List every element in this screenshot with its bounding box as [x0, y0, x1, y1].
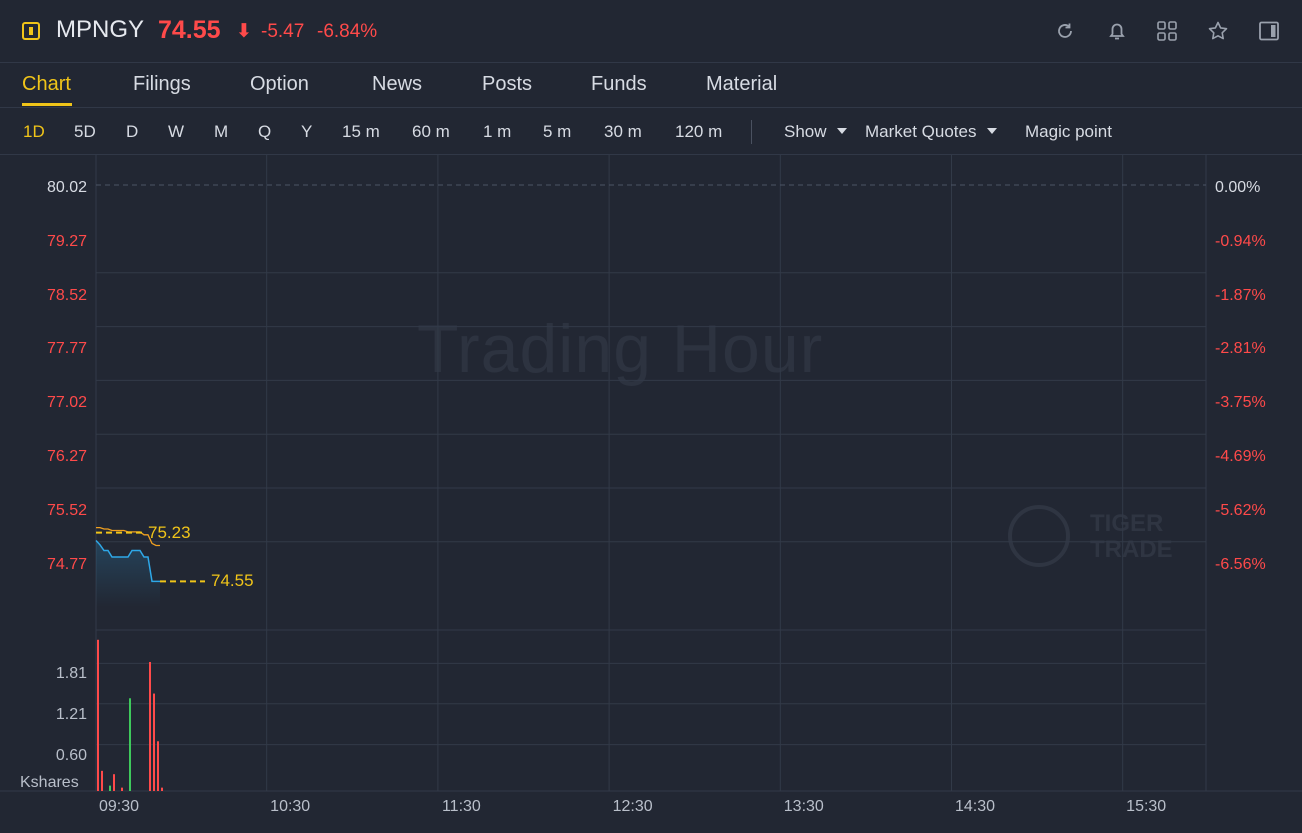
- content-tabs: Chart Filings Option News Posts Funds Ma…: [0, 63, 1302, 108]
- panel-toggle-icon[interactable]: [1258, 20, 1280, 42]
- price-axis-label: 77.77: [46, 340, 87, 358]
- percent-axis-label: -3.75%: [1215, 394, 1266, 412]
- tab-material[interactable]: Material: [706, 73, 777, 96]
- volume-bar: [101, 770, 103, 791]
- percent-axis-label: -6.56%: [1215, 555, 1266, 573]
- percent-axis-label: -1.87%: [1215, 286, 1266, 304]
- period-w[interactable]: W: [168, 122, 184, 142]
- time-axis-label: 12:30: [612, 798, 653, 815]
- average-price-label: 75.23: [148, 522, 191, 542]
- percent-axis-label: -4.69%: [1215, 448, 1266, 465]
- tab-filings[interactable]: Filings: [133, 73, 191, 96]
- volume-bar: [109, 785, 111, 791]
- price-axis-label: 79.27: [46, 232, 87, 250]
- period-60m[interactable]: 60 m: [412, 122, 450, 142]
- refresh-icon[interactable]: [1054, 20, 1076, 42]
- caret-down-icon: [836, 128, 847, 134]
- market-status-icon: [22, 22, 40, 40]
- percent-axis-label: -2.81%: [1215, 340, 1266, 358]
- period-120m[interactable]: 120 m: [675, 122, 722, 142]
- star-icon[interactable]: [1207, 20, 1229, 42]
- caret-down-icon: [986, 128, 997, 134]
- volume-bar: [121, 787, 123, 791]
- market-quotes-label: Market Quotes: [865, 122, 977, 141]
- period-toolbar: 1D 5D D W M Q Y 15 m 60 m 1 m 5 m 30 m 1…: [0, 108, 1302, 155]
- tab-news[interactable]: News: [372, 73, 422, 96]
- last-price-label: 74.55: [211, 571, 254, 591]
- price-change: -5.47: [261, 21, 305, 42]
- price-axis-label: 80.02: [46, 179, 87, 196]
- volume-bar: [161, 787, 163, 791]
- volume-bar: [113, 774, 115, 791]
- period-m[interactable]: M: [214, 122, 228, 142]
- volume-bar: [149, 661, 151, 791]
- period-5d[interactable]: 5D: [74, 122, 96, 142]
- show-dropdown[interactable]: Show: [784, 122, 847, 142]
- time-axis-label: 13:30: [783, 798, 824, 815]
- last-price: 74.55: [158, 16, 221, 44]
- volume-bar: [153, 693, 155, 791]
- intraday-chart[interactable]: Trading Hour TIGER TRADE Kshares 80.02 0.0…: [0, 155, 1302, 833]
- chart-canvas: [0, 155, 1302, 792]
- period-q[interactable]: Q: [258, 122, 271, 142]
- volume-bar: [97, 639, 99, 791]
- period-30m[interactable]: 30 m: [604, 122, 642, 142]
- period-1d[interactable]: 1D: [23, 122, 45, 142]
- period-5m[interactable]: 5 m: [543, 122, 571, 142]
- time-axis-label: 10:30: [270, 798, 311, 815]
- price-axis-label: 74.77: [46, 555, 87, 573]
- volume-bar: [129, 698, 131, 791]
- market-quotes-dropdown[interactable]: Market Quotes: [865, 122, 997, 142]
- down-arrow-icon: ⬇: [236, 21, 252, 42]
- magic-point-button[interactable]: Magic point: [1025, 122, 1112, 142]
- tab-posts[interactable]: Posts: [482, 73, 532, 96]
- volume-axis-label: 1.81: [55, 665, 87, 683]
- time-axis-label: 15:30: [1126, 798, 1167, 815]
- volume-unit-label: Kshares: [20, 774, 79, 791]
- price-axis-label: 75.52: [46, 501, 87, 519]
- period-15m[interactable]: 15 m: [342, 122, 380, 142]
- period-d[interactable]: D: [126, 122, 138, 142]
- time-axis-label: 14:30: [954, 798, 996, 815]
- percent-axis-label: -0.94%: [1215, 232, 1266, 250]
- time-axis-label: 11:30: [441, 798, 481, 815]
- grid-icon[interactable]: [1156, 20, 1178, 42]
- quote-header: MPNGY 74.55 ⬇ -5.47 -6.84%: [0, 0, 1302, 63]
- period-1m[interactable]: 1 m: [483, 122, 511, 142]
- tab-funds[interactable]: Funds: [591, 73, 647, 96]
- toolbar-divider: [751, 120, 752, 144]
- bell-icon[interactable]: [1106, 20, 1128, 42]
- show-dropdown-label: Show: [784, 122, 827, 141]
- active-tab-indicator: [22, 103, 72, 106]
- price-axis-label: 77.02: [46, 394, 87, 412]
- volume-axis-label: 1.21: [55, 705, 87, 723]
- tab-option[interactable]: Option: [250, 73, 309, 96]
- price-change-percent: -6.84%: [317, 21, 378, 42]
- volume-bar: [157, 741, 159, 791]
- volume-axis-label: 0.60: [55, 746, 87, 764]
- time-axis-label: 09:30: [98, 798, 140, 815]
- ticker-symbol: MPNGY: [56, 16, 145, 43]
- percent-axis-label: -5.62%: [1215, 501, 1266, 519]
- price-axis-label: 78.52: [46, 286, 87, 304]
- period-y[interactable]: Y: [301, 122, 312, 142]
- price-axis-label: 76.27: [46, 448, 87, 465]
- percent-axis-label: 0.00%: [1215, 179, 1261, 196]
- tab-chart[interactable]: Chart: [22, 73, 71, 96]
